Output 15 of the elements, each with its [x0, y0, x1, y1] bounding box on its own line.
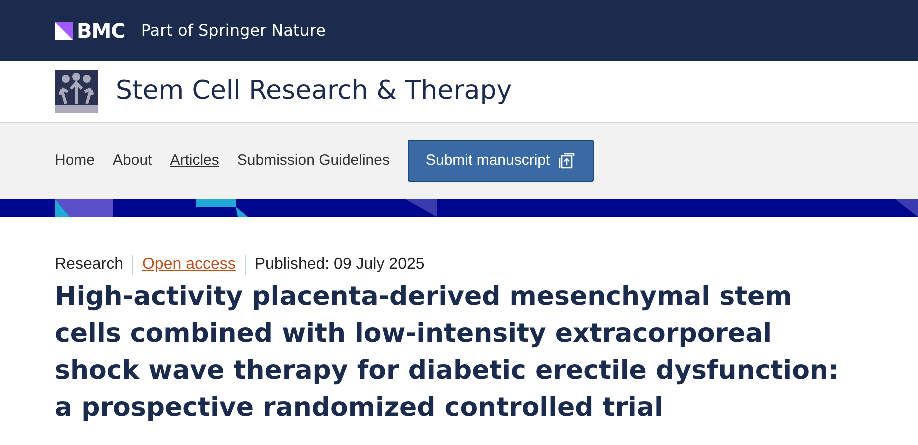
nav-link[interactable]: About	[113, 150, 152, 172]
article-title: High-activity placenta-derived mesenchymal stem cells combined with low-intensity extracorporeal shock wave therapy for diabetic erectile dysfunction: a prospective randomized controlled trial	[55, 281, 840, 425]
journal-logo-icon	[55, 70, 98, 113]
nav-link[interactable]: Submission Guidelines	[237, 150, 390, 172]
nav-link[interactable]: Articles	[170, 150, 220, 172]
article-meta: Research	[55, 255, 124, 275]
article-meta: Published: 09 July 2025	[254, 255, 425, 275]
upload-icon	[558, 152, 576, 170]
tagline: Part of Springer Nature	[141, 20, 326, 42]
brand-logo-icon	[55, 22, 73, 40]
nav-link[interactable]: Home	[55, 150, 96, 172]
brand-name[interactable]: BMC	[77, 16, 126, 46]
submit-button[interactable]: Submit manuscript	[408, 140, 594, 182]
journal-title[interactable]: Stem Cell Research & Therapy	[116, 72, 512, 111]
open-access-link[interactable]: Open access	[142, 253, 236, 277]
